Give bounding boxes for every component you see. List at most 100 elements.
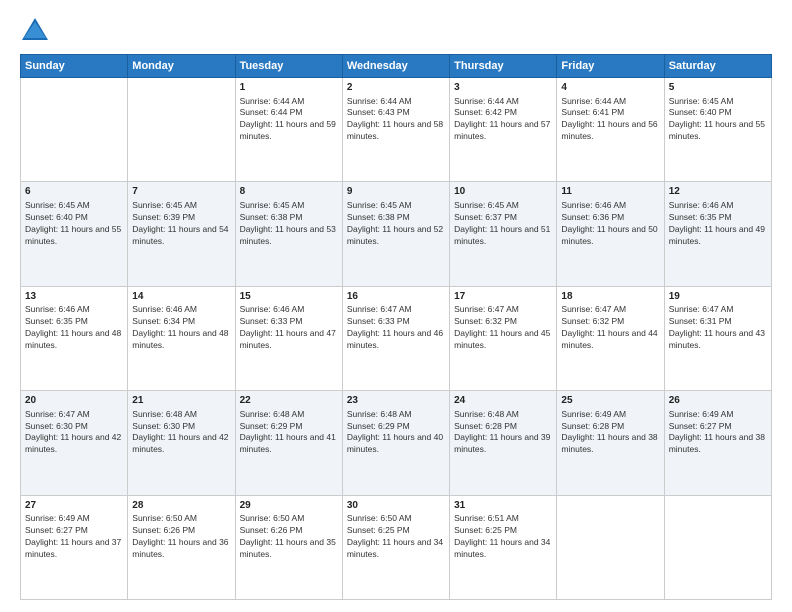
day-number: 20 [25,394,123,408]
calendar-cell: 23Sunrise: 6:48 AM Sunset: 6:29 PM Dayli… [342,391,449,495]
calendar-cell: 25Sunrise: 6:49 AM Sunset: 6:28 PM Dayli… [557,391,664,495]
calendar-cell: 13Sunrise: 6:46 AM Sunset: 6:35 PM Dayli… [21,286,128,390]
header-cell-tuesday: Tuesday [235,55,342,78]
day-info: Sunrise: 6:48 AM Sunset: 6:29 PM Dayligh… [240,409,338,457]
calendar-cell: 17Sunrise: 6:47 AM Sunset: 6:32 PM Dayli… [450,286,557,390]
day-info: Sunrise: 6:46 AM Sunset: 6:34 PM Dayligh… [132,304,230,352]
day-number: 18 [561,290,659,304]
day-number: 7 [132,185,230,199]
calendar-cell: 9Sunrise: 6:45 AM Sunset: 6:38 PM Daylig… [342,182,449,286]
page: SundayMondayTuesdayWednesdayThursdayFrid… [0,0,792,612]
calendar-cell [557,495,664,599]
calendar-cell: 12Sunrise: 6:46 AM Sunset: 6:35 PM Dayli… [664,182,771,286]
logo-icon [20,16,50,44]
week-row-2: 13Sunrise: 6:46 AM Sunset: 6:35 PM Dayli… [21,286,772,390]
day-number: 3 [454,81,552,95]
calendar-cell: 18Sunrise: 6:47 AM Sunset: 6:32 PM Dayli… [557,286,664,390]
day-info: Sunrise: 6:47 AM Sunset: 6:33 PM Dayligh… [347,304,445,352]
day-number: 16 [347,290,445,304]
calendar-cell: 14Sunrise: 6:46 AM Sunset: 6:34 PM Dayli… [128,286,235,390]
calendar-cell: 2Sunrise: 6:44 AM Sunset: 6:43 PM Daylig… [342,78,449,182]
day-info: Sunrise: 6:48 AM Sunset: 6:28 PM Dayligh… [454,409,552,457]
day-info: Sunrise: 6:49 AM Sunset: 6:28 PM Dayligh… [561,409,659,457]
calendar-header: SundayMondayTuesdayWednesdayThursdayFrid… [21,55,772,78]
day-number: 8 [240,185,338,199]
header-cell-monday: Monday [128,55,235,78]
day-number: 27 [25,499,123,513]
day-number: 1 [240,81,338,95]
calendar-cell [21,78,128,182]
day-number: 2 [347,81,445,95]
day-info: Sunrise: 6:45 AM Sunset: 6:40 PM Dayligh… [669,96,767,144]
header [20,16,772,44]
calendar-cell: 22Sunrise: 6:48 AM Sunset: 6:29 PM Dayli… [235,391,342,495]
day-info: Sunrise: 6:45 AM Sunset: 6:38 PM Dayligh… [347,200,445,248]
day-info: Sunrise: 6:45 AM Sunset: 6:39 PM Dayligh… [132,200,230,248]
week-row-1: 6Sunrise: 6:45 AM Sunset: 6:40 PM Daylig… [21,182,772,286]
calendar-cell: 11Sunrise: 6:46 AM Sunset: 6:36 PM Dayli… [557,182,664,286]
day-info: Sunrise: 6:46 AM Sunset: 6:35 PM Dayligh… [669,200,767,248]
day-info: Sunrise: 6:47 AM Sunset: 6:32 PM Dayligh… [454,304,552,352]
day-info: Sunrise: 6:48 AM Sunset: 6:30 PM Dayligh… [132,409,230,457]
day-info: Sunrise: 6:48 AM Sunset: 6:29 PM Dayligh… [347,409,445,457]
calendar-table: SundayMondayTuesdayWednesdayThursdayFrid… [20,54,772,600]
day-info: Sunrise: 6:44 AM Sunset: 6:41 PM Dayligh… [561,96,659,144]
day-number: 21 [132,394,230,408]
calendar-cell: 21Sunrise: 6:48 AM Sunset: 6:30 PM Dayli… [128,391,235,495]
day-info: Sunrise: 6:44 AM Sunset: 6:44 PM Dayligh… [240,96,338,144]
header-cell-thursday: Thursday [450,55,557,78]
day-info: Sunrise: 6:44 AM Sunset: 6:42 PM Dayligh… [454,96,552,144]
day-info: Sunrise: 6:46 AM Sunset: 6:35 PM Dayligh… [25,304,123,352]
calendar-body: 1Sunrise: 6:44 AM Sunset: 6:44 PM Daylig… [21,78,772,600]
logo [20,16,54,44]
calendar-cell [128,78,235,182]
day-number: 26 [669,394,767,408]
day-number: 4 [561,81,659,95]
day-info: Sunrise: 6:47 AM Sunset: 6:32 PM Dayligh… [561,304,659,352]
calendar-cell: 19Sunrise: 6:47 AM Sunset: 6:31 PM Dayli… [664,286,771,390]
day-info: Sunrise: 6:47 AM Sunset: 6:31 PM Dayligh… [669,304,767,352]
header-cell-saturday: Saturday [664,55,771,78]
day-number: 14 [132,290,230,304]
calendar-cell: 6Sunrise: 6:45 AM Sunset: 6:40 PM Daylig… [21,182,128,286]
calendar-cell: 20Sunrise: 6:47 AM Sunset: 6:30 PM Dayli… [21,391,128,495]
week-row-4: 27Sunrise: 6:49 AM Sunset: 6:27 PM Dayli… [21,495,772,599]
calendar-cell: 5Sunrise: 6:45 AM Sunset: 6:40 PM Daylig… [664,78,771,182]
calendar-cell: 29Sunrise: 6:50 AM Sunset: 6:26 PM Dayli… [235,495,342,599]
week-row-3: 20Sunrise: 6:47 AM Sunset: 6:30 PM Dayli… [21,391,772,495]
day-info: Sunrise: 6:47 AM Sunset: 6:30 PM Dayligh… [25,409,123,457]
calendar-cell: 10Sunrise: 6:45 AM Sunset: 6:37 PM Dayli… [450,182,557,286]
day-info: Sunrise: 6:44 AM Sunset: 6:43 PM Dayligh… [347,96,445,144]
week-row-0: 1Sunrise: 6:44 AM Sunset: 6:44 PM Daylig… [21,78,772,182]
calendar-cell: 28Sunrise: 6:50 AM Sunset: 6:26 PM Dayli… [128,495,235,599]
calendar-cell: 16Sunrise: 6:47 AM Sunset: 6:33 PM Dayli… [342,286,449,390]
day-info: Sunrise: 6:46 AM Sunset: 6:33 PM Dayligh… [240,304,338,352]
day-info: Sunrise: 6:50 AM Sunset: 6:26 PM Dayligh… [132,513,230,561]
day-number: 31 [454,499,552,513]
header-cell-wednesday: Wednesday [342,55,449,78]
calendar-cell: 26Sunrise: 6:49 AM Sunset: 6:27 PM Dayli… [664,391,771,495]
day-number: 6 [25,185,123,199]
calendar-cell: 27Sunrise: 6:49 AM Sunset: 6:27 PM Dayli… [21,495,128,599]
day-info: Sunrise: 6:45 AM Sunset: 6:37 PM Dayligh… [454,200,552,248]
calendar-cell [664,495,771,599]
calendar-cell: 4Sunrise: 6:44 AM Sunset: 6:41 PM Daylig… [557,78,664,182]
day-number: 25 [561,394,659,408]
day-info: Sunrise: 6:49 AM Sunset: 6:27 PM Dayligh… [25,513,123,561]
header-cell-sunday: Sunday [21,55,128,78]
day-number: 29 [240,499,338,513]
day-number: 10 [454,185,552,199]
day-info: Sunrise: 6:50 AM Sunset: 6:26 PM Dayligh… [240,513,338,561]
day-number: 22 [240,394,338,408]
day-number: 13 [25,290,123,304]
calendar-cell: 3Sunrise: 6:44 AM Sunset: 6:42 PM Daylig… [450,78,557,182]
day-info: Sunrise: 6:49 AM Sunset: 6:27 PM Dayligh… [669,409,767,457]
day-number: 12 [669,185,767,199]
day-number: 5 [669,81,767,95]
day-number: 28 [132,499,230,513]
day-number: 19 [669,290,767,304]
calendar-cell: 30Sunrise: 6:50 AM Sunset: 6:25 PM Dayli… [342,495,449,599]
calendar-cell: 15Sunrise: 6:46 AM Sunset: 6:33 PM Dayli… [235,286,342,390]
day-info: Sunrise: 6:45 AM Sunset: 6:40 PM Dayligh… [25,200,123,248]
header-cell-friday: Friday [557,55,664,78]
